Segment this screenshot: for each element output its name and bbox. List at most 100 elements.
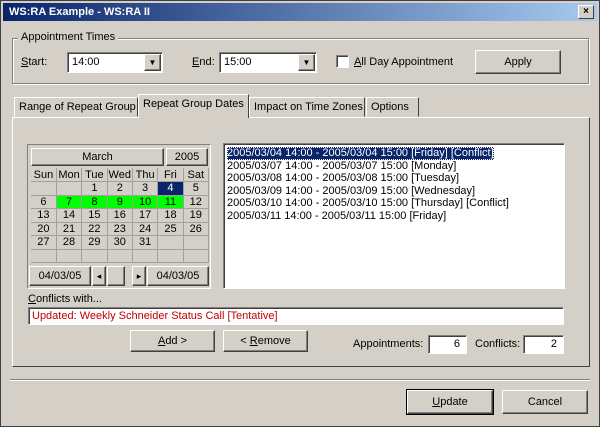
calendar-day[interactable]: 3: [132, 181, 159, 196]
calendar-empty-cell: [56, 249, 83, 263]
calendar-day[interactable]: 31: [132, 235, 159, 250]
dialog-window: WS:RA Example - WS:RA II × Appointment T…: [0, 0, 600, 427]
conflicts-count-label: Conflicts:: [475, 338, 521, 350]
calendar-empty-cell: [31, 181, 57, 196]
calendar-day[interactable]: 16: [107, 208, 133, 223]
calendar-week-row: 27 28 29 30 31: [31, 235, 210, 250]
conflicts-value: Updated: Weekly Schneider Status Call [T…: [32, 310, 278, 322]
calendar-empty-cell: [31, 249, 57, 263]
calendar-day[interactable]: 19: [183, 208, 210, 223]
calendar-day[interactable]: 6: [31, 195, 57, 209]
calendar-day[interactable]: 9: [107, 195, 133, 209]
calendar-weekday-header: Sun: [31, 168, 57, 182]
calendar-day[interactable]: 30: [107, 235, 133, 250]
calendar-day[interactable]: 11: [157, 195, 184, 209]
chevron-down-icon[interactable]: ▼: [298, 54, 315, 71]
start-label: Start:: [21, 56, 48, 68]
calendar-day[interactable]: 15: [81, 208, 108, 223]
title-bar[interactable]: WS:RA Example - WS:RA II ×: [3, 3, 597, 21]
calendar-week-row: 13 14 15 16 17 18 19: [31, 208, 210, 223]
calendar-grid: Sun Mon Tue Wed Thu Fri Sat 1 2 3 4 5 6 7 8 9 10 11 12 13 1…: [31, 168, 210, 263]
calendar-day[interactable]: 22: [81, 222, 108, 236]
calendar-year[interactable]: 2005: [166, 148, 208, 166]
list-item[interactable]: 2005/03/07 14:00 - 2005/03/07 15:00 [Mon…: [227, 160, 456, 173]
calendar-weekday-header: Wed: [107, 168, 133, 182]
calendar-day[interactable]: 23: [107, 222, 133, 236]
calendar-day[interactable]: 27: [31, 235, 57, 250]
calendar-nav-blank[interactable]: [107, 266, 125, 286]
calendar-day[interactable]: 20: [31, 222, 57, 236]
appointments-count-field: 6: [428, 335, 467, 354]
calendar-from-date[interactable]: 04/03/05: [29, 266, 91, 286]
calendar-weekday-header: Sat: [183, 168, 210, 182]
chevron-down-icon[interactable]: ▼: [144, 54, 161, 71]
cancel-button[interactable]: Cancel: [502, 390, 588, 414]
calendar-to-date[interactable]: 04/03/05: [147, 266, 209, 286]
repeat-dates-listbox[interactable]: 2005/03/04 14:00 - 2005/03/04 15:00 [Fri…: [223, 143, 565, 289]
calendar-day[interactable]: 8: [81, 195, 108, 209]
calendar-week-row: 20 21 22 23 24 25 26: [31, 222, 210, 236]
calendar-day[interactable]: 5: [183, 181, 210, 196]
conflicts-label: Conflicts with...: [28, 293, 102, 305]
calendar-day[interactable]: 4: [157, 181, 184, 196]
conflicts-field[interactable]: Updated: Weekly Schneider Status Call [T…: [28, 307, 564, 325]
calendar-month[interactable]: March: [31, 148, 164, 166]
add-button[interactable]: Add >: [130, 330, 215, 352]
calendar-week-row: 6 7 8 9 10 11 12: [31, 195, 210, 209]
list-item[interactable]: 2005/03/10 14:00 - 2005/03/10 15:00 [Thu…: [227, 197, 509, 210]
calendar-next-icon[interactable]: ▸: [132, 266, 146, 286]
appointment-times-legend: Appointment Times: [18, 31, 119, 43]
calendar-prev-icon[interactable]: ◂: [92, 266, 106, 286]
start-time-combo[interactable]: 14:00 ▼: [67, 52, 163, 73]
calendar-week-row: 12345: [31, 181, 210, 196]
all-day-checkbox[interactable]: [336, 55, 349, 68]
calendar-weekday-header: Mon: [56, 168, 83, 182]
calendar-day[interactable]: 29: [81, 235, 108, 250]
calendar-empty-cell: [157, 249, 184, 263]
list-item[interactable]: 2005/03/09 14:00 - 2005/03/09 15:00 [Wed…: [227, 185, 475, 198]
update-button[interactable]: Update: [406, 389, 494, 415]
close-icon[interactable]: ×: [578, 5, 594, 19]
tab-options[interactable]: Options: [366, 97, 419, 117]
apply-button[interactable]: Apply: [475, 50, 561, 74]
calendar-weekday-header: Thu: [132, 168, 159, 182]
window-title: WS:RA Example - WS:RA II: [9, 6, 150, 18]
list-item[interactable]: 2005/03/11 14:00 - 2005/03/11 15:00 [Fri…: [227, 210, 446, 223]
calendar-day[interactable]: 10: [132, 195, 159, 209]
tab-impact-on-time-zones[interactable]: Impact on Time Zones: [249, 97, 365, 117]
remove-button[interactable]: < Remove: [223, 330, 308, 352]
calendar-weekday-header: Tue: [81, 168, 108, 182]
end-time-combo[interactable]: 15:00 ▼: [219, 52, 317, 73]
list-item[interactable]: 2005/03/08 14:00 - 2005/03/08 15:00 [Tue…: [227, 172, 459, 185]
conflicts-count-field: 2: [523, 335, 564, 354]
calendar-day[interactable]: 13: [31, 208, 57, 223]
calendar-day[interactable]: 26: [183, 222, 210, 236]
calendar-day[interactable]: 7: [56, 195, 83, 209]
calendar-day[interactable]: 21: [56, 222, 83, 236]
calendar-day[interactable]: 2: [107, 181, 133, 196]
calendar-day[interactable]: 1: [81, 181, 108, 196]
appointments-count-label: Appointments:: [353, 338, 424, 350]
tab-range-of-repeat-group[interactable]: Range of Repeat Group: [14, 97, 138, 117]
calendar-empty-cell: [183, 235, 210, 250]
calendar-day[interactable]: 18: [157, 208, 184, 223]
all-day-label: All Day Appointment: [354, 56, 454, 68]
tab-repeat-group-dates[interactable]: Repeat Group Dates: [138, 94, 249, 118]
calendar-day[interactable]: 12: [183, 195, 210, 209]
start-time-value: 14:00: [72, 56, 100, 68]
calendar-day[interactable]: 17: [132, 208, 159, 223]
end-label: End:: [192, 56, 215, 68]
calendar-empty-cell: [183, 249, 210, 263]
calendar-day[interactable]: 25: [157, 222, 184, 236]
calendar-empty-cell: [56, 181, 83, 196]
calendar-day[interactable]: 14: [56, 208, 83, 223]
calendar-day[interactable]: 28: [56, 235, 83, 250]
footer-divider: [10, 379, 590, 381]
calendar-empty-cell: [157, 235, 184, 250]
calendar-day[interactable]: 24: [132, 222, 159, 236]
calendar-empty-cell: [107, 249, 133, 263]
end-time-value: 15:00: [224, 56, 252, 68]
calendar-week-row: [31, 249, 210, 263]
calendar-weekday-header: Fri: [157, 168, 184, 182]
list-item[interactable]: 2005/03/04 14:00 - 2005/03/04 15:00 [Fri…: [227, 147, 494, 160]
